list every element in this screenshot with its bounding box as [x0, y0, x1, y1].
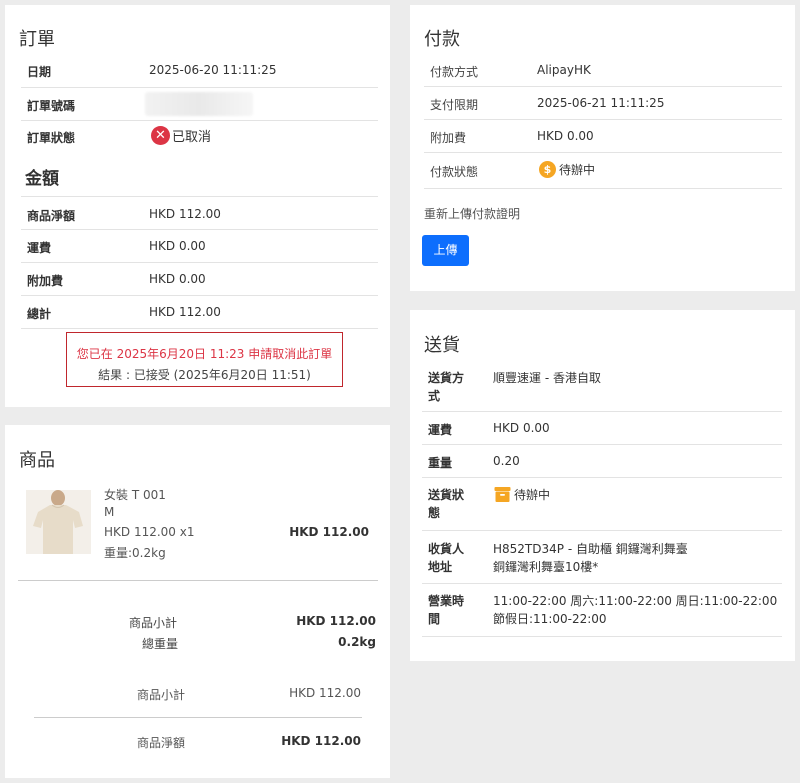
- amount-title: 金額: [25, 169, 59, 189]
- delivery-address-label: 收貨人地址: [428, 542, 465, 574]
- delivery-title: 送貨: [424, 335, 460, 356]
- amount-surcharge-value: HKD 0.00: [149, 272, 206, 286]
- archive-box-icon: [494, 487, 511, 502]
- totals-subtotal-label: 商品小計: [137, 688, 186, 702]
- amount-net-row: 商品淨額 HKD 112.00: [21, 196, 378, 230]
- dollar-coin-icon: $: [539, 161, 556, 178]
- delivery-weight-row: 重量 0.20: [422, 445, 782, 478]
- payment-status-row: 付款狀態 $ 待辦中: [424, 153, 782, 189]
- cancel-result-text: 結果 : 已接受 (2025年6月20日 11:51): [98, 368, 311, 382]
- delivery-status-text: 待辦中: [514, 488, 551, 502]
- amount-shipping-value: HKD 0.00: [149, 239, 206, 253]
- order-title: 訂單: [19, 29, 55, 50]
- payment-method-label: 付款方式: [430, 65, 479, 79]
- amount-shipping-row: 運費 HKD 0.00: [21, 230, 378, 263]
- product-size: M: [104, 505, 115, 519]
- product-name[interactable]: 女裝 T 001: [104, 486, 166, 503]
- delivery-status-value: 待辦中: [494, 486, 550, 503]
- amount-shipping-label: 運費: [27, 241, 52, 255]
- delivery-status-row: 送貨狀態 待辦中: [422, 478, 782, 531]
- reupload-text: 重新上傳付款證明: [424, 207, 521, 221]
- amount-surcharge-row: 附加費 HKD 0.00: [21, 263, 378, 296]
- cancel-notice-box: 您已在 2025年6月20日 11:23 申請取消此訂單 結果 : 已接受 (2…: [66, 332, 343, 387]
- payment-surcharge-label: 附加費: [430, 131, 467, 145]
- delivery-fee-row: 運費 HKD 0.00: [422, 412, 782, 445]
- delivery-card: 送貨 送貨方式 順豐速運 - 香港自取 運費 HKD 0.00 重量 0.20 …: [410, 310, 795, 661]
- order-status-value: ✕ 已取消: [151, 126, 211, 145]
- amount-net-label: 商品淨額: [27, 209, 76, 223]
- order-date-value: 2025-06-20 11:11:25: [149, 63, 277, 77]
- totals-divider: [34, 717, 362, 718]
- delivery-address-line1: H852TD34P - 自助櫃 銅鑼灣利舞臺: [493, 542, 688, 556]
- delivery-status-label: 送貨狀態: [428, 488, 465, 520]
- delivery-method-label: 送貨方式: [428, 371, 465, 403]
- product-weight: 重量:0.2kg: [104, 546, 166, 560]
- summary-weight-label: 總重量: [142, 637, 179, 651]
- delivery-method-row: 送貨方式 順豐速運 - 香港自取: [422, 360, 782, 412]
- amount-net-value: HKD 112.00: [149, 207, 221, 221]
- payment-deadline-row: 支付限期 2025-06-21 11:11:25: [424, 87, 782, 120]
- delivery-fee-value: HKD 0.00: [493, 421, 550, 435]
- delivery-weight-label: 重量: [428, 456, 453, 470]
- amount-surcharge-label: 附加費: [27, 274, 64, 288]
- payment-deadline-value: 2025-06-21 11:11:25: [537, 96, 665, 110]
- cancel-circle-icon: ✕: [151, 126, 170, 145]
- payment-surcharge-value: HKD 0.00: [537, 129, 594, 143]
- delivery-hours-label: 營業時間: [428, 594, 465, 626]
- summary-subtotal-label: 商品小計: [129, 616, 178, 630]
- payment-method-row: 付款方式 AlipayHK: [424, 54, 782, 87]
- tshirt-image: [26, 490, 91, 554]
- delivery-hours-value: 11:00-22:00 周六:11:00-22:00 周日:11:00-22:0…: [493, 594, 778, 626]
- delivery-hours-row: 營業時間 11:00-22:00 周六:11:00-22:00 周日:11:00…: [422, 584, 782, 637]
- order-date-label: 日期: [27, 65, 52, 79]
- order-status-label: 訂單狀態: [27, 131, 76, 145]
- order-number-label: 訂單號碼: [27, 99, 76, 113]
- payment-status-text: 待辦中: [559, 163, 596, 177]
- products-card: 商品 女裝 T 001 M HKD 112.00 x1 重量:0.2kg HKD…: [5, 425, 390, 778]
- totals-net-value: HKD 112.00: [281, 734, 361, 748]
- order-number-blurred: [145, 92, 253, 116]
- order-status-text: 已取消: [172, 130, 212, 145]
- product-line-total: HKD 112.00: [289, 525, 369, 539]
- delivery-method-value: 順豐速運 - 香港自取: [493, 371, 601, 385]
- payment-title: 付款: [424, 29, 460, 50]
- delivery-fee-label: 運費: [428, 423, 453, 437]
- upload-button[interactable]: 上傳: [422, 235, 469, 266]
- summary-weight-value: 0.2kg: [338, 635, 376, 649]
- cancel-notice-text: 您已在 2025年6月20日 11:23 申請取消此訂單: [76, 347, 333, 361]
- payment-method-value: AlipayHK: [537, 63, 591, 77]
- payment-deadline-label: 支付限期: [430, 98, 479, 112]
- products-title: 商品: [19, 450, 55, 471]
- payment-card: 付款 付款方式 AlipayHK 支付限期 2025-06-21 11:11:2…: [410, 5, 795, 291]
- amount-total-row: 總計 HKD 112.00: [21, 296, 378, 329]
- product-price-qty: HKD 112.00 x1: [104, 525, 195, 539]
- amount-total-value: HKD 112.00: [149, 305, 221, 319]
- payment-status-label: 付款狀態: [430, 165, 479, 179]
- amount-total-label: 總計: [27, 307, 52, 321]
- delivery-address-line2: 銅鑼灣利舞臺10樓*: [493, 560, 599, 574]
- order-number-row: 訂單號碼: [21, 88, 378, 121]
- products-divider: [18, 580, 378, 581]
- totals-subtotal-value: HKD 112.00: [289, 686, 361, 700]
- payment-surcharge-row: 附加費 HKD 0.00: [424, 120, 782, 153]
- order-card: 訂單 日期 2025-06-20 11:11:25 訂單號碼 訂單狀態 ✕ 已取消…: [5, 5, 390, 407]
- totals-net-label: 商品淨額: [137, 736, 186, 750]
- product-thumbnail[interactable]: [26, 490, 91, 554]
- order-date-row: 日期 2025-06-20 11:11:25: [21, 54, 378, 88]
- delivery-weight-value: 0.20: [493, 454, 520, 468]
- summary-subtotal-value: HKD 112.00: [296, 614, 376, 628]
- payment-status-value: $ 待辦中: [539, 161, 595, 178]
- delivery-address-row: 收貨人地址 H852TD34P - 自助櫃 銅鑼灣利舞臺 銅鑼灣利舞臺10樓*: [422, 531, 782, 584]
